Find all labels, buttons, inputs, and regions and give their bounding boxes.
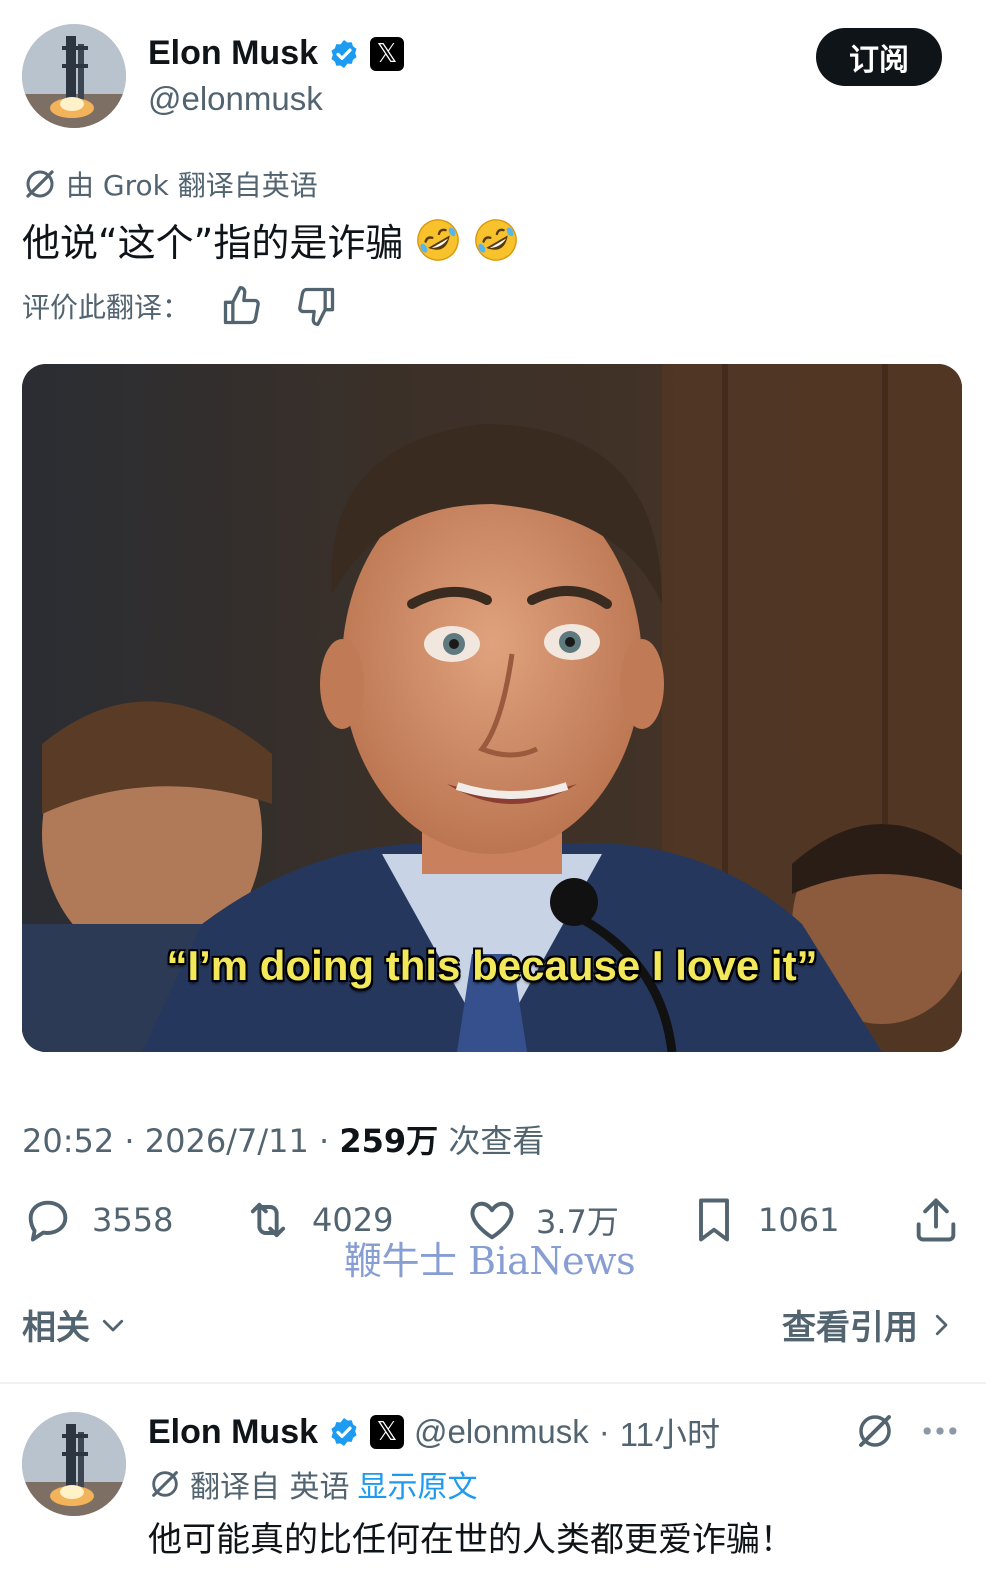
views-label: 次查看 xyxy=(448,1122,545,1160)
verified-badge-icon xyxy=(331,39,357,68)
translation-note: 由 Grok 翻译自英语 xyxy=(22,164,318,204)
post-date[interactable]: 2026/7/11 xyxy=(145,1122,309,1160)
post-meta: 20:52 · 2026/7/11 · 259万 次查看 xyxy=(22,1122,545,1160)
post-time[interactable]: 20:52 xyxy=(22,1122,114,1160)
repost-icon xyxy=(250,1202,286,1238)
reply-icon xyxy=(28,1200,68,1242)
reply-age[interactable]: 11小时 xyxy=(620,1408,720,1456)
separator-dot: · xyxy=(598,1413,610,1450)
post-image[interactable]: “I’m doing this because I love it” xyxy=(22,364,962,1052)
reply-translation-text: 翻译自 英语 xyxy=(190,1470,350,1505)
bookmark-icon xyxy=(699,1198,729,1242)
author-avatar[interactable] xyxy=(22,24,126,128)
related-label: 相关 xyxy=(22,1308,90,1348)
bookmark-button[interactable]: 1061 xyxy=(688,1194,839,1246)
rolling-laughing-emoji-icon xyxy=(475,218,518,261)
translation-note-text: 由 Grok 翻译自英语 xyxy=(66,169,318,202)
divider xyxy=(0,1382,986,1384)
media-caption: “I’m doing this because I love it” xyxy=(166,942,818,989)
post-text-content: 他说“这个”指的是诈骗 xyxy=(22,221,404,265)
thumbs-up-icon[interactable] xyxy=(220,284,264,328)
translate-icon xyxy=(26,170,54,198)
subscribe-button[interactable]: 订阅 xyxy=(816,28,942,86)
show-original-link[interactable]: 显示原文 xyxy=(358,1462,478,1506)
x-logo-icon: 𝕏 xyxy=(370,36,405,71)
reply-text: 他可能真的比任何在世的人类都更爱诈骗！ xyxy=(148,1520,794,1560)
post-text: 他说“这个”指的是诈骗 xyxy=(22,212,519,267)
translate-icon[interactable] xyxy=(854,1410,896,1452)
reply-count: 3558 xyxy=(92,1201,174,1239)
chevron-down-icon xyxy=(102,1319,124,1331)
watermark: 鞭牛士 BiaNews xyxy=(344,1239,636,1283)
rate-translation-label: 评价此翻译： xyxy=(22,291,191,324)
share-button[interactable] xyxy=(910,1194,962,1246)
chevron-right-icon xyxy=(935,1314,948,1335)
author-name[interactable]: Elon Musk xyxy=(148,34,318,73)
reply-author-avatar[interactable] xyxy=(22,1412,126,1516)
translate-icon xyxy=(152,1471,178,1497)
related-toggle[interactable]: 相关 xyxy=(22,1300,128,1349)
reply-translation-note: 翻译自 英语 显示原文 xyxy=(148,1462,478,1506)
view-quotes-label: 查看引用 xyxy=(782,1308,918,1348)
share-icon xyxy=(916,1198,956,1242)
reply-author-handle[interactable]: @elonmusk xyxy=(414,1413,589,1451)
x-logo-icon: 𝕏 xyxy=(370,1415,405,1449)
view-quotes-link[interactable]: 查看引用 xyxy=(782,1300,956,1349)
thumbs-down-icon[interactable] xyxy=(294,284,338,328)
bookmark-count: 1061 xyxy=(758,1201,840,1239)
reply-button[interactable]: 3558 xyxy=(22,1194,173,1246)
more-icon[interactable] xyxy=(918,1414,962,1448)
rolling-laughing-emoji-icon xyxy=(417,218,460,261)
reply-author-name[interactable]: Elon Musk xyxy=(148,1413,318,1452)
author-handle[interactable]: @elonmusk xyxy=(148,80,323,118)
views-count: 259万 xyxy=(339,1122,439,1160)
verified-badge-icon xyxy=(331,1418,357,1446)
